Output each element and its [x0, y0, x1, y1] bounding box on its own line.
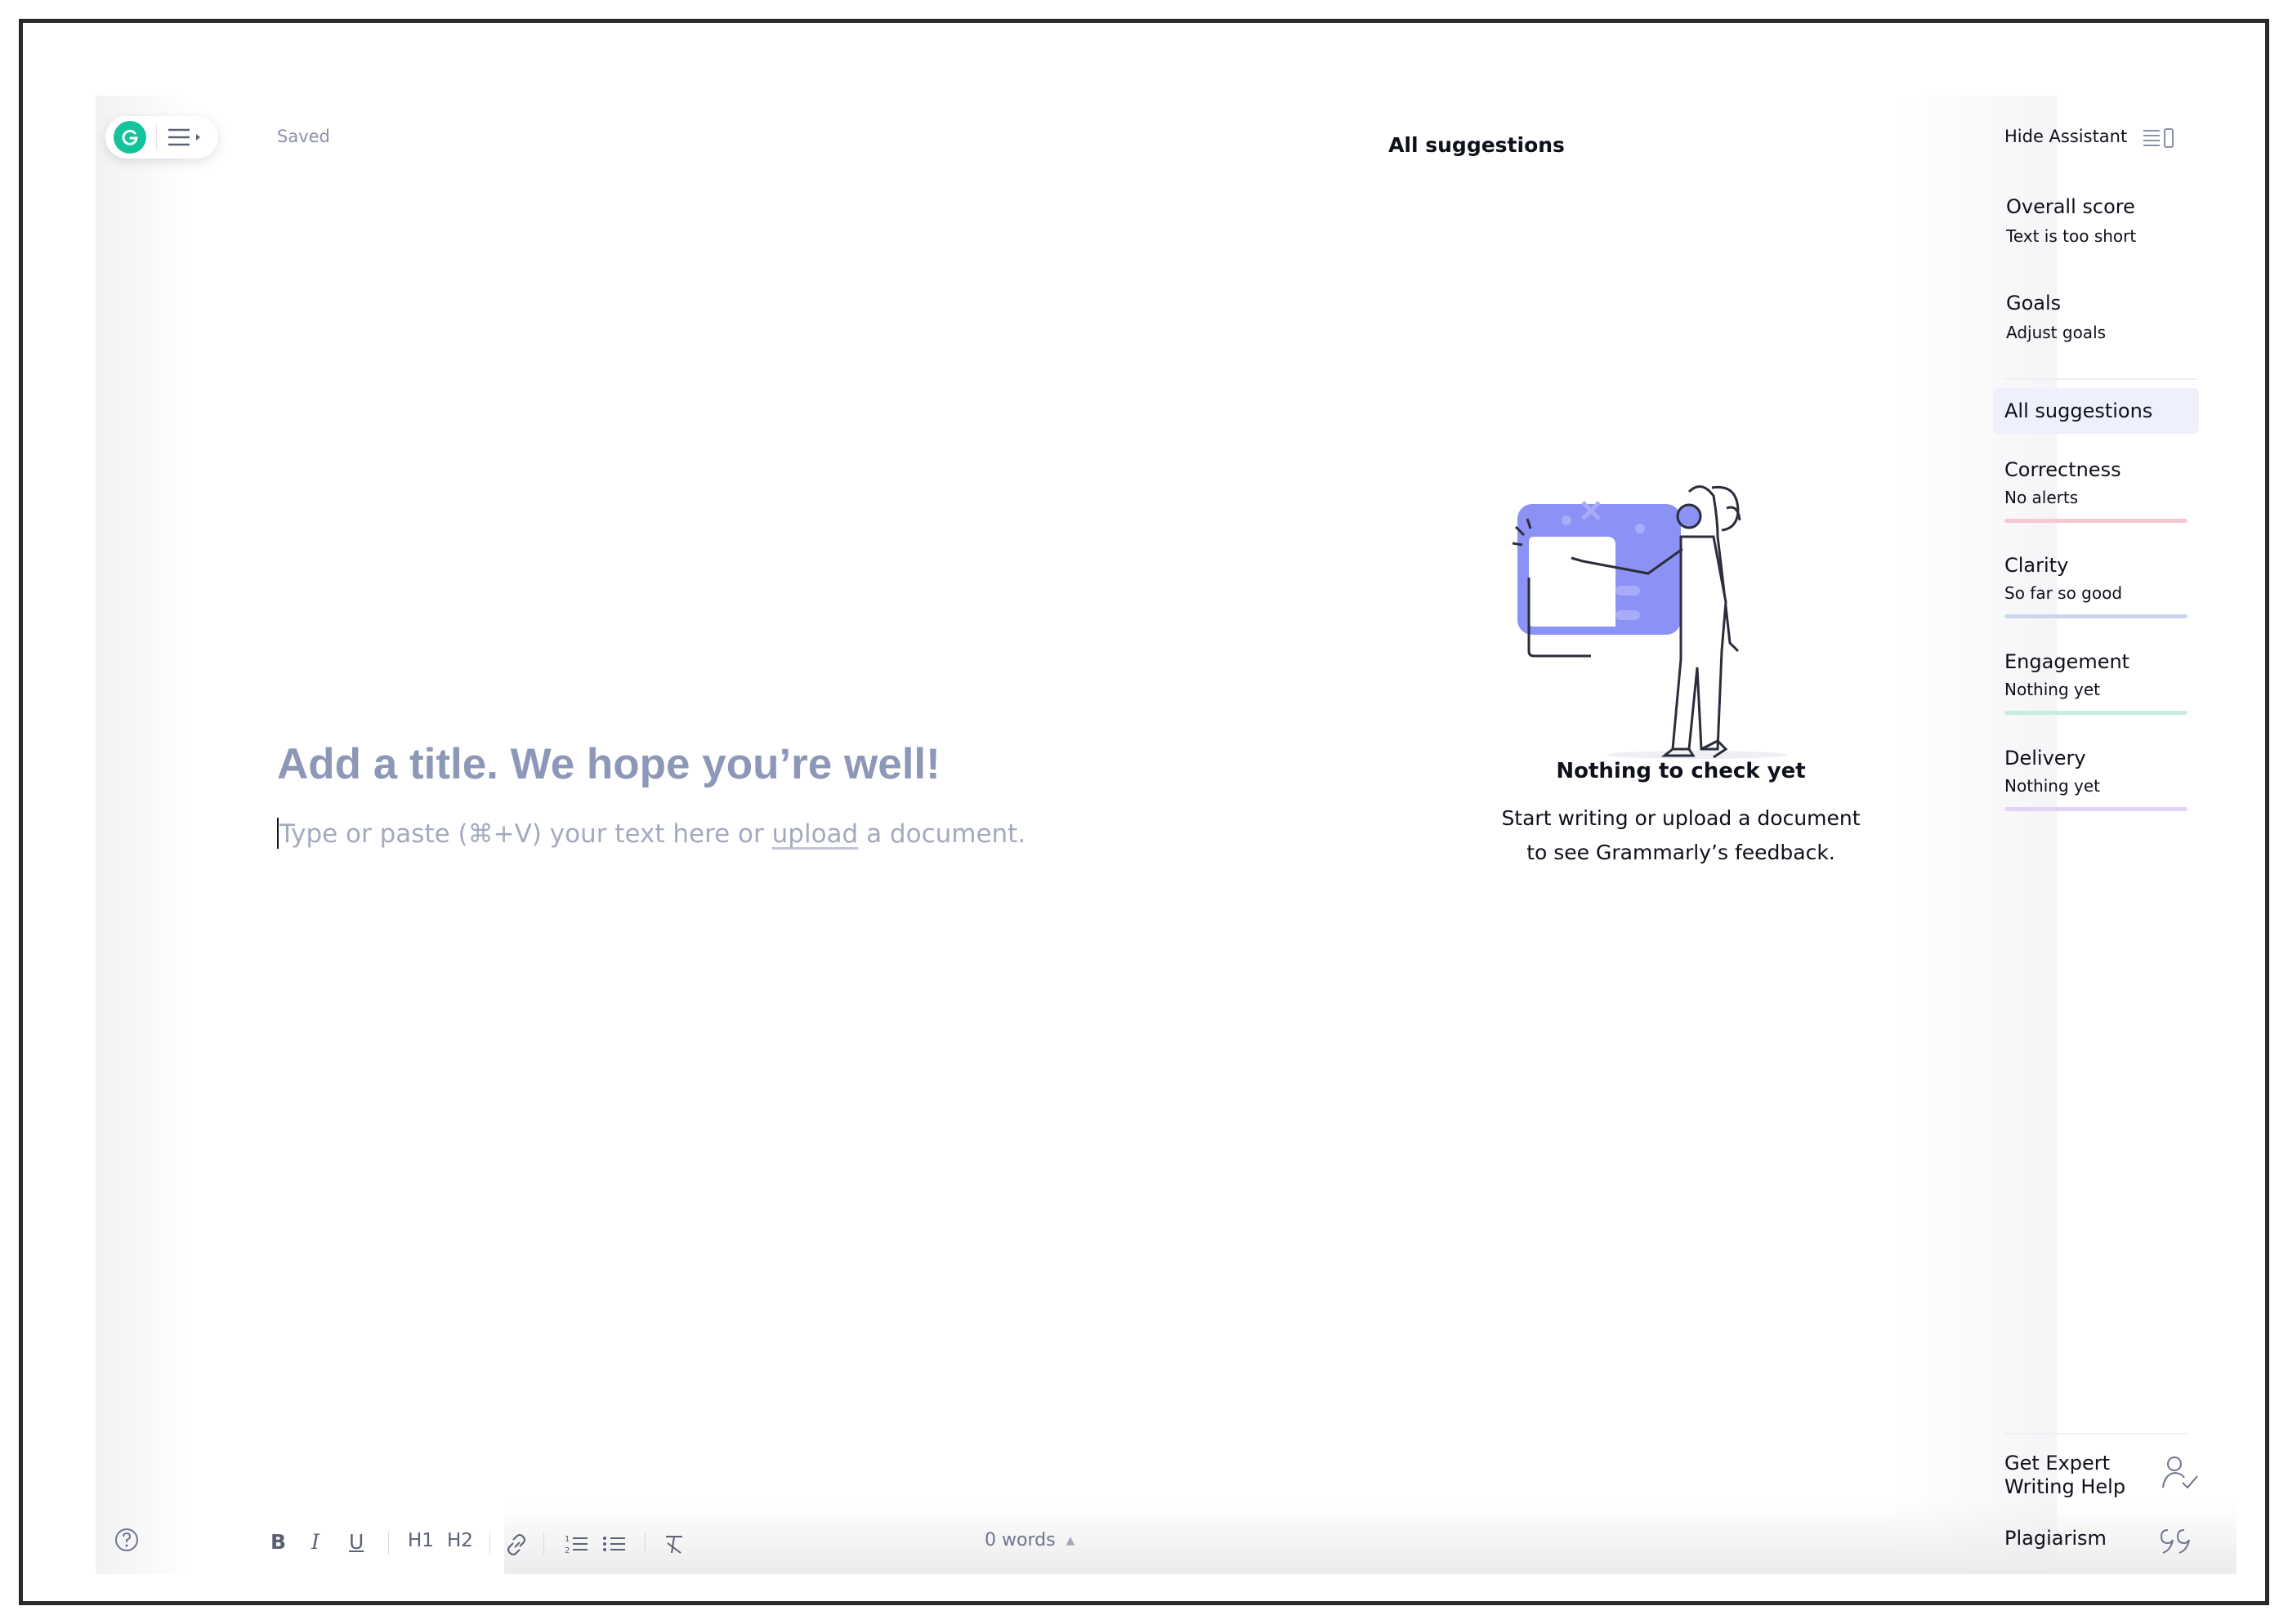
clear-formatting-icon[interactable] — [663, 1533, 686, 1556]
category-clarity[interactable]: Clarity So far so good — [2004, 554, 2187, 618]
body-input[interactable]: Type or paste (⌘+V) your text here or up… — [277, 818, 1026, 849]
expert-label-line-1: Get Expert — [2004, 1452, 2111, 1475]
empty-state-line-2: to see Grammarly’s feedback. — [1526, 841, 1835, 864]
word-count[interactable]: 0 words ▲ — [985, 1530, 1075, 1550]
category-engagement[interactable]: Engagement Nothing yet — [2004, 650, 2187, 715]
text-caret — [277, 818, 279, 849]
bottom-shade — [504, 1501, 2237, 1574]
tab-all-suggestions[interactable]: All suggestions — [1993, 388, 2199, 434]
caret-up-icon: ▲ — [1066, 1534, 1075, 1547]
sidebar-toggle-icon[interactable] — [2142, 127, 2176, 149]
italic-button[interactable]: I — [311, 1530, 320, 1554]
grammarly-logo-icon[interactable] — [114, 121, 146, 154]
goals[interactable]: Goals Adjust goals — [2006, 292, 2106, 342]
underline-button[interactable]: U — [349, 1530, 364, 1554]
body-placeholder-start: Type or paste (⌘+V) your text here or — [279, 819, 772, 849]
overall-score[interactable]: Overall score Text is too short — [2006, 195, 2136, 246]
pill-divider — [156, 124, 157, 150]
upload-link[interactable]: upload — [772, 819, 859, 849]
toolbar-divider — [489, 1532, 490, 1555]
sidebar-bottom-divider — [2004, 1433, 2187, 1434]
assistant-sidebar: Hide Assistant Overall score Text is too… — [1991, 96, 2237, 1574]
expert-writing-help-button[interactable]: Get Expert Writing Help — [2004, 1452, 2125, 1499]
toolbar-divider — [645, 1532, 646, 1555]
save-status: Saved — [277, 127, 330, 146]
word-count-label: 0 words — [985, 1530, 1056, 1550]
heading-1-button[interactable]: H1 — [408, 1530, 434, 1551]
category-status: No alerts — [2004, 488, 2079, 507]
toolbar-divider — [543, 1532, 544, 1555]
category-bar — [2004, 807, 2187, 811]
body-placeholder-end: a document. — [858, 819, 1026, 849]
expert-label-line-2: Writing Help — [2004, 1475, 2126, 1498]
empty-state-message: Start writing or upload a document to se… — [1436, 801, 1926, 870]
expert-person-icon[interactable] — [2161, 1455, 2199, 1491]
sidebar-divider — [2004, 378, 2197, 380]
heading-2-button[interactable]: H2 — [447, 1530, 473, 1551]
adjust-goals-link: Adjust goals — [2006, 323, 2107, 342]
category-title: Correctness — [2004, 458, 2121, 481]
empty-state-line-1: Start writing or upload a document — [1501, 806, 1861, 830]
title-input[interactable]: Add a title. We hope you’re well! — [277, 739, 941, 789]
empty-state-heading: Nothing to check yet — [1556, 759, 1806, 783]
bulleted-list-icon[interactable] — [602, 1533, 627, 1556]
category-status: Nothing yet — [2004, 680, 2100, 699]
svg-text:2: 2 — [565, 1546, 570, 1555]
goals-title: Goals — [2006, 292, 2062, 315]
window-frame: Saved All suggestions Add a title. We ho… — [19, 19, 2269, 1605]
category-correctness[interactable]: Correctness No alerts — [2004, 458, 2187, 523]
category-status: So far so good — [2004, 583, 2123, 603]
overall-score-status: Text is too short — [2006, 226, 2137, 246]
panel-title: All suggestions — [1388, 133, 1565, 157]
grammarly-editor: Saved All suggestions Add a title. We ho… — [96, 96, 2237, 1574]
hide-assistant-button[interactable]: Hide Assistant — [2004, 127, 2127, 146]
empty-state-illustration — [1512, 485, 1787, 759]
overall-score-title: Overall score — [2006, 195, 2135, 218]
category-title: Engagement — [2004, 650, 2130, 673]
category-bar — [2004, 519, 2187, 523]
top-left-pill — [105, 116, 218, 158]
numbered-list-icon[interactable]: 1 2 — [565, 1533, 589, 1556]
quote-icon[interactable] — [2160, 1527, 2196, 1555]
svg-text:1: 1 — [565, 1535, 570, 1544]
category-bar — [2004, 711, 2187, 715]
menu-icon[interactable] — [167, 125, 203, 149]
category-status: Nothing yet — [2004, 776, 2100, 796]
bold-button[interactable]: B — [270, 1530, 286, 1554]
left-shade — [96, 96, 194, 1574]
help-icon[interactable] — [114, 1527, 140, 1553]
category-delivery[interactable]: Delivery Nothing yet — [2004, 747, 2187, 811]
category-bar — [2004, 614, 2187, 618]
link-icon[interactable] — [504, 1533, 529, 1556]
category-title: Clarity — [2004, 554, 2069, 577]
plagiarism-button[interactable]: Plagiarism — [2004, 1527, 2107, 1550]
toolbar-divider — [388, 1532, 389, 1555]
category-title: Delivery — [2004, 747, 2086, 770]
